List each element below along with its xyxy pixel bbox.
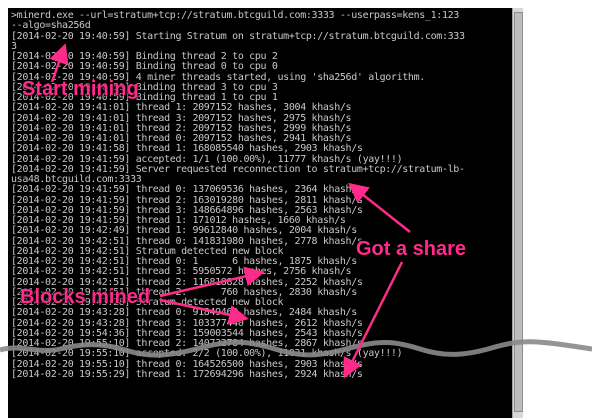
- got-a-share-arrow-up: [348, 182, 411, 233]
- got-a-share-arrow-down: [343, 261, 404, 379]
- blocks-mined-arrow-upper: [159, 266, 265, 298]
- screenshot-frame: >minerd.exe --url=stratum+tcp://stratum.…: [0, 0, 592, 418]
- torn-edge-line: [0, 339, 592, 358]
- start-mining-label: Start mining: [22, 78, 139, 100]
- blocks-mined-label: Blocks mined: [20, 286, 151, 308]
- got-a-share-label: Got a share: [356, 238, 467, 260]
- start-mining-arrow: [49, 43, 69, 83]
- blocks-mined-arrow-lower: [159, 298, 249, 325]
- annotation-overlay: [0, 43, 592, 379]
